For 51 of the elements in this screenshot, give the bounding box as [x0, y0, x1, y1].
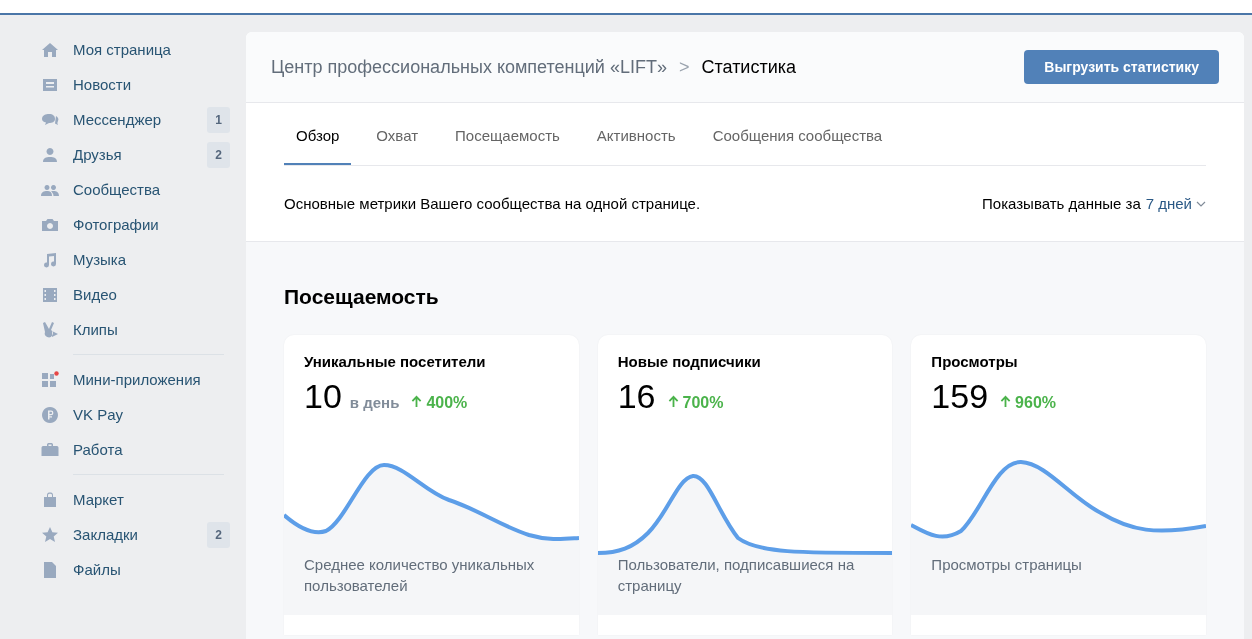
sidebar-item[interactable]: Работа [35, 432, 234, 467]
metric-value: 10 [304, 377, 342, 416]
arrow-up-icon [1000, 395, 1012, 408]
description-text: Основные метрики Вашего сообщества на одной странице. [284, 195, 701, 212]
arrow-up-icon [411, 395, 423, 408]
sidebar-item[interactable]: Клипы [35, 312, 234, 347]
breadcrumb-link[interactable]: Центр профессиональных компетенций «LIFT» [271, 56, 667, 78]
tab[interactable]: Посещаемость [443, 103, 572, 165]
card-title: Просмотры [930, 352, 1019, 370]
tab[interactable]: Активность [584, 103, 688, 165]
clips-icon [40, 319, 60, 340]
sidebar-item[interactable]: Сообщества [35, 172, 234, 207]
metric-unit: в день [349, 394, 400, 411]
sidebar-item[interactable]: Музыка [35, 242, 234, 277]
sidebar-item[interactable]: Видео [35, 277, 234, 312]
section-title: Посещаемость [284, 285, 440, 309]
sidebar-item[interactable]: Мессенджер 1 [35, 102, 234, 137]
sidebar-item[interactable]: Моя страница [35, 32, 234, 67]
sidebar-item[interactable]: Файлы [35, 552, 234, 587]
tab[interactable]: Сообщения сообщества [700, 103, 895, 165]
period-label: Показывать данные за [982, 195, 1141, 212]
apps-icon [40, 369, 60, 390]
sidebar-item[interactable]: Маркет [35, 482, 234, 517]
card-title: Новые подписчики [616, 352, 762, 370]
growth-percent: 400% [426, 394, 468, 412]
sidebar-item[interactable]: VK Pay [35, 397, 234, 432]
counter-badge: 2 [207, 141, 230, 168]
sidebar-item[interactable]: Новости [35, 67, 234, 102]
period-dropdown[interactable]: 7 дней [1145, 195, 1206, 212]
sidebar-item[interactable]: Мини-приложения [35, 362, 234, 397]
tab[interactable]: Охват [364, 103, 430, 165]
chevron-icon: > [678, 56, 690, 78]
growth-percent: 960% [1015, 394, 1056, 412]
metric-value: 16 [617, 377, 656, 416]
metric-value: 159 [931, 377, 989, 416]
card-caption: Среднее количество уникальных пользователей [303, 555, 536, 596]
caret-icon [1196, 200, 1206, 207]
card-caption: Просмотры страницы [930, 555, 1083, 575]
growth-percent: 700% [682, 394, 724, 412]
counter-badge: 1 [207, 106, 230, 133]
sidebar-item[interactable]: Друзья 2 [35, 137, 234, 172]
card-caption: Пользователи, подписавшиеся на страницу [616, 555, 856, 596]
ruble-coin-icon [40, 404, 60, 425]
sidebar-item[interactable]: Фотографии [35, 207, 234, 242]
page-title: Статистика [701, 56, 797, 78]
sidebar-item[interactable]: Закладки 2 [35, 517, 234, 552]
counter-badge: 2 [207, 521, 230, 548]
export-button[interactable]: Выгрузить статистику [1024, 50, 1219, 84]
card-title: Уникальные посетители [303, 352, 487, 370]
tab[interactable]: Обзор [284, 103, 352, 165]
arrow-up-icon [667, 395, 679, 408]
